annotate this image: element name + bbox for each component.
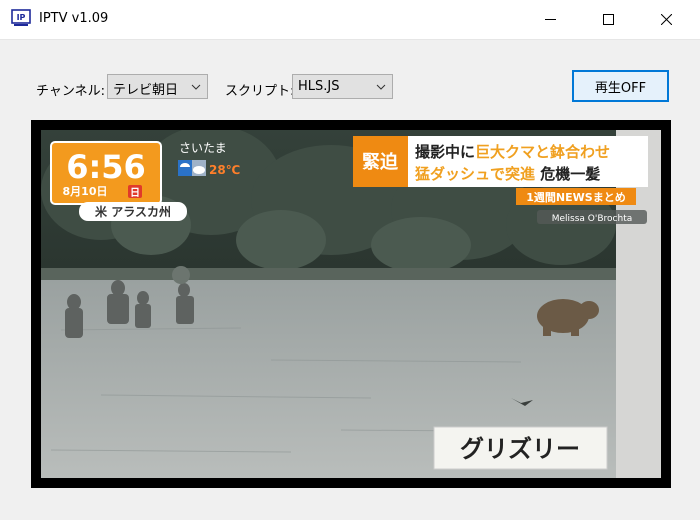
app-icon: IP [11, 9, 31, 26]
video-frame: 6:56 8月10日 日 さいたま 28℃ 米 アラスカ州 緊迫 撮影中に巨大ク… [41, 130, 661, 478]
channel-select-value: テレビ朝日 [113, 83, 179, 98]
headline-line1: 撮影中に巨大クマと鉢合わせ [415, 143, 610, 161]
minimize-icon [545, 19, 556, 20]
maximize-icon [603, 14, 614, 25]
weather-temperature: 28℃ [209, 163, 240, 177]
window-title: IPTV v1.09 [39, 11, 109, 26]
location-text: 米 アラスカ州 [95, 204, 171, 219]
close-icon [661, 14, 672, 25]
chevron-down-icon [191, 84, 201, 90]
news-tag-text: 1週間NEWSまとめ [526, 190, 625, 204]
app-icon-text: IP [17, 13, 26, 22]
weather-icon [178, 160, 206, 176]
clock-time: 6:56 [66, 148, 146, 186]
script-select-value: HLS.JS [298, 79, 340, 94]
headline-line2-b: 危機一髪 [535, 165, 600, 183]
headline-line2-a: 猛ダッシュで突進 [414, 165, 536, 183]
caption-text: グリズリー [460, 435, 580, 463]
headline-line2: 猛ダッシュで突進 危機一髪 [414, 165, 600, 183]
video-player[interactable]: 6:56 8月10日 日 さいたま 28℃ 米 アラスカ州 緊迫 撮影中に巨大ク… [31, 120, 671, 488]
close-button[interactable] [644, 0, 690, 39]
script-select[interactable]: HLS.JS [292, 74, 393, 99]
script-label: スクリプト: [225, 84, 295, 99]
weather-city: さいたま [179, 141, 227, 155]
clock-weekday: 日 [130, 187, 140, 199]
play-toggle-button[interactable]: 再生OFF [572, 70, 669, 102]
credit-text: Melissa O'Brochta [552, 214, 633, 224]
clock-date: 8月10日 [63, 185, 108, 198]
minimize-button[interactable] [528, 0, 574, 39]
headline-line1-b: 巨大クマと鉢合わせ [475, 143, 610, 161]
title-bar: IP IPTV v1.09 [0, 0, 700, 40]
breaking-text: 緊迫 [362, 151, 399, 173]
maximize-button[interactable] [586, 0, 632, 39]
channel-select[interactable]: テレビ朝日 [107, 74, 208, 99]
chevron-down-icon [376, 84, 386, 90]
headline-line1-a: 撮影中に [415, 143, 475, 161]
channel-label: チャンネル: [36, 84, 105, 99]
